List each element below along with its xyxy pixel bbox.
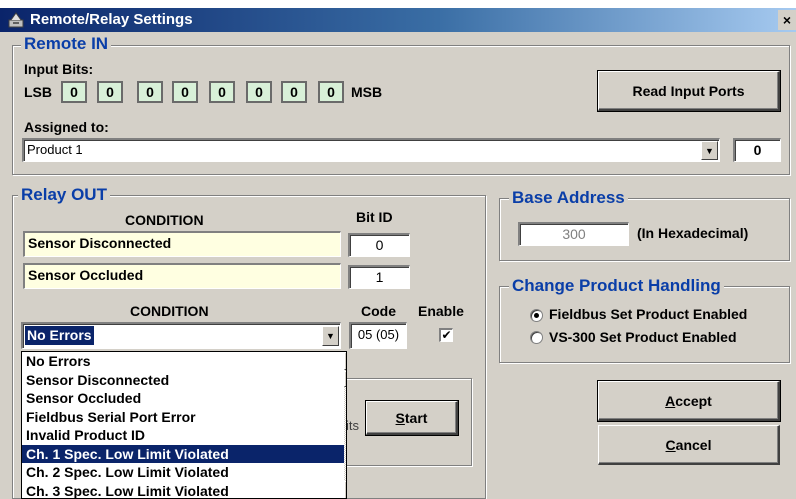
- code-header: Code: [361, 303, 396, 319]
- vs300-radio[interactable]: [530, 331, 543, 344]
- bit-id-header: Bit ID: [356, 209, 393, 225]
- assigned-number-field[interactable]: 0: [733, 138, 781, 162]
- input-bit-2: 0: [137, 81, 163, 103]
- check-icon: ✔: [441, 328, 452, 342]
- dropdown-items: No Errors Sensor Disconnected Sensor Occlu…: [22, 352, 346, 499]
- close-icon: ×: [782, 12, 792, 28]
- bit-id-value-0: 0: [375, 237, 384, 253]
- assigned-to-select[interactable]: Product 1 ▼: [22, 138, 720, 162]
- vs300-radio-label[interactable]: VS-300 Set Product Enabled: [549, 329, 737, 345]
- start-hotkey: S: [395, 409, 405, 426]
- assigned-number-value: 0: [753, 142, 762, 158]
- accept-hotkey: A: [665, 392, 676, 409]
- close-button[interactable]: ×: [778, 10, 796, 30]
- dropdown-item[interactable]: Sensor Disconnected: [22, 371, 344, 390]
- enable-checkbox[interactable]: ✔: [439, 328, 453, 342]
- start-label-rest: tart: [404, 409, 428, 426]
- relay-out-title: Relay OUT: [18, 185, 110, 205]
- dropdown-item[interactable]: Sensor Occluded: [22, 389, 344, 408]
- condition-header-2: CONDITION: [130, 303, 209, 319]
- remote-relay-settings-window: Remote/Relay Settings × Remote IN Input …: [0, 0, 796, 499]
- base-address-field: 300: [518, 222, 629, 246]
- app-icon: [8, 12, 24, 28]
- cancel-hotkey: C: [665, 436, 676, 453]
- accept-button[interactable]: Accept: [598, 381, 780, 421]
- input-bit-4: 0: [209, 81, 235, 103]
- assigned-to-label: Assigned to:: [24, 119, 109, 135]
- product-handling-title: Change Product Handling: [509, 276, 724, 296]
- dropdown-item[interactable]: Ch. 3 Spec. Low Limit Violated: [22, 482, 344, 499]
- input-bit-1: 0: [97, 81, 123, 103]
- base-address-value: 300: [562, 226, 586, 242]
- base-address-title: Base Address: [509, 188, 628, 208]
- relay-condition-field-0[interactable]: Sensor Disconnected: [23, 231, 341, 257]
- lsb-label: LSB: [24, 84, 52, 100]
- dropdown-item[interactable]: Invalid Product ID: [22, 426, 344, 445]
- input-bit-5: 0: [246, 81, 272, 103]
- start-button[interactable]: Start: [366, 401, 458, 435]
- scroll-thumb[interactable]: [344, 371, 346, 387]
- chevron-down-icon[interactable]: ▼: [322, 326, 339, 346]
- enable-header: Enable: [418, 303, 464, 319]
- cancel-button[interactable]: Cancel: [598, 425, 780, 465]
- base-address-hint: (In Hexadecimal): [637, 225, 749, 241]
- cancel-label-rest: ancel: [675, 436, 712, 453]
- bit-id-value-1: 1: [375, 269, 384, 285]
- partial-label: its: [346, 418, 359, 433]
- bit-id-field-0[interactable]: 0: [348, 233, 410, 257]
- window-title: Remote/Relay Settings: [30, 11, 193, 28]
- title-bar[interactable]: Remote/Relay Settings ×: [0, 8, 796, 32]
- condition-select-value: No Errors: [25, 326, 94, 345]
- read-input-ports-button[interactable]: Read Input Ports: [598, 71, 780, 111]
- dropdown-scrollbar[interactable]: ▲ ▼: [344, 352, 346, 498]
- condition-dropdown-list[interactable]: No Errors Sensor Disconnected Sensor Occlu…: [21, 351, 347, 499]
- input-bit-6: 0: [281, 81, 307, 103]
- remote-in-title: Remote IN: [21, 34, 112, 54]
- relay-condition-field-1[interactable]: Sensor Occluded: [23, 263, 341, 289]
- msb-label: MSB: [351, 84, 383, 100]
- dropdown-item[interactable]: Ch. 1 Spec. Low Limit Violated: [22, 444, 344, 463]
- chevron-down-icon[interactable]: ▼: [701, 141, 718, 160]
- top-strip: [0, 0, 796, 8]
- dropdown-item[interactable]: No Errors: [22, 352, 344, 371]
- fieldbus-radio[interactable]: [530, 309, 543, 322]
- fieldbus-radio-label[interactable]: Fieldbus Set Product Enabled: [549, 306, 747, 322]
- input-bits-label: Input Bits:: [24, 61, 94, 77]
- scroll-up-icon[interactable]: ▲: [344, 352, 346, 370]
- radio-dot: [534, 313, 539, 318]
- input-bit-0: 0: [61, 81, 87, 103]
- code-field[interactable]: 05 (05): [349, 322, 407, 349]
- dropdown-item[interactable]: Fieldbus Serial Port Error: [22, 408, 344, 427]
- bit-id-field-1[interactable]: 1: [348, 265, 410, 289]
- condition-header: CONDITION: [125, 212, 204, 228]
- input-bit-3: 0: [172, 81, 198, 103]
- assigned-to-value: Product 1: [27, 142, 83, 157]
- dropdown-item[interactable]: Ch. 2 Spec. Low Limit Violated: [22, 463, 344, 482]
- accept-label-rest: ccept: [675, 392, 712, 409]
- scroll-down-icon[interactable]: ▼: [344, 481, 346, 498]
- condition-select[interactable]: No Errors ▼: [21, 322, 341, 349]
- code-value: 05 (05): [357, 327, 400, 342]
- input-bit-7: 0: [318, 81, 344, 103]
- product-handling-group: [499, 286, 790, 363]
